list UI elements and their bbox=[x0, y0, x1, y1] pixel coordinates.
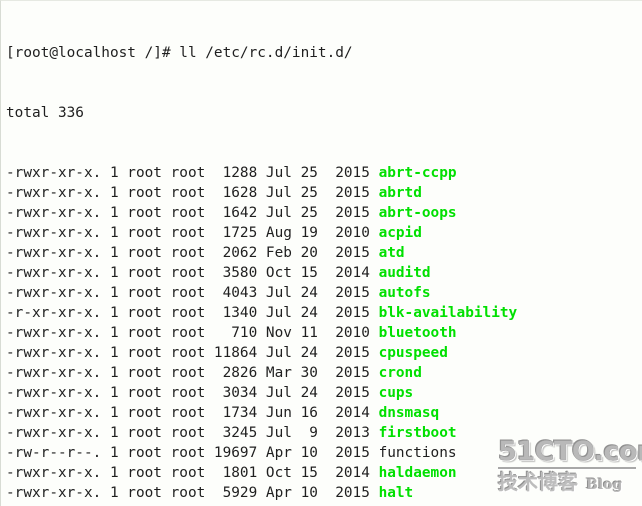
file-listing-row: -rwxr-xr-x. 1 root root 3245 Jul 9 2013 … bbox=[6, 423, 642, 443]
file-metadata: -rwxr-xr-x. 1 root root 1725 Aug 19 2010 bbox=[6, 225, 379, 241]
file-listing-row: -rwxr-xr-x. 1 root root 2826 Mar 30 2015… bbox=[6, 363, 642, 383]
file-metadata: -rwxr-xr-x. 1 root root 2062 Feb 20 2015 bbox=[6, 245, 379, 261]
file-name: dnsmasq bbox=[378, 405, 440, 421]
file-listing-row: -rwxr-xr-x. 1 root root 3034 Jul 24 2015… bbox=[6, 383, 642, 403]
file-listing-row: -rwxr-xr-x. 1 root root 3580 Oct 15 2014… bbox=[6, 263, 642, 283]
file-metadata: -rwxr-xr-x. 1 root root 1642 Jul 25 2015 bbox=[6, 205, 379, 221]
file-metadata: -rwxr-xr-x. 1 root root 1801 Oct 15 2014 bbox=[6, 465, 379, 481]
file-name: abrtd bbox=[378, 185, 422, 201]
shell-prompt-line: [root@localhost /]# ll /etc/rc.d/init.d/ bbox=[6, 45, 353, 61]
file-name: blk-availability bbox=[378, 305, 518, 321]
terminal-window[interactable]: [root@localhost /]# ll /etc/rc.d/init.d/… bbox=[0, 0, 642, 506]
file-name: bluetooth bbox=[378, 325, 457, 341]
file-listing-row: -rw-r--r--. 1 root root 19697 Apr 10 201… bbox=[6, 443, 642, 463]
file-name: abrt-ccpp bbox=[378, 165, 457, 181]
file-metadata: -rwxr-xr-x. 1 root root 5929 Apr 10 2015 bbox=[6, 485, 379, 501]
file-name: auditd bbox=[378, 265, 431, 281]
file-name: acpid bbox=[378, 225, 422, 241]
file-listing-row: -rwxr-xr-x. 1 root root 1642 Jul 25 2015… bbox=[6, 203, 642, 223]
file-listing-row: -rwxr-xr-x. 1 root root 1288 Jul 25 2015… bbox=[6, 163, 642, 183]
file-name: functions bbox=[378, 445, 457, 461]
file-name: atd bbox=[378, 245, 405, 261]
file-listing-row: -rwxr-xr-x. 1 root root 1725 Aug 19 2010… bbox=[6, 223, 642, 243]
file-name: cups bbox=[378, 385, 414, 401]
file-metadata: -rwxr-xr-x. 1 root root 3245 Jul 9 2013 bbox=[6, 425, 379, 441]
file-metadata: -rwxr-xr-x. 1 root root 11864 Jul 24 201… bbox=[6, 345, 379, 361]
file-listing: -rwxr-xr-x. 1 root root 1288 Jul 25 2015… bbox=[6, 163, 642, 506]
file-metadata: -r-xr-xr-x. 1 root root 1340 Jul 24 2015 bbox=[6, 305, 379, 321]
file-metadata: -rwxr-xr-x. 1 root root 1288 Jul 25 2015 bbox=[6, 165, 379, 181]
terminal-screen: [root@localhost /]# ll /etc/rc.d/init.d/… bbox=[6, 3, 642, 506]
file-listing-row: -rwxr-xr-x. 1 root root 4043 Jul 24 2015… bbox=[6, 283, 642, 303]
file-metadata: -rwxr-xr-x. 1 root root 4043 Jul 24 2015 bbox=[6, 285, 379, 301]
file-name: abrt-oops bbox=[378, 205, 457, 221]
file-metadata: -rwxr-xr-x. 1 root root 1734 Jun 16 2014 bbox=[6, 405, 379, 421]
file-metadata: -rwxr-xr-x. 1 root root 1628 Jul 25 2015 bbox=[6, 185, 379, 201]
file-metadata: -rwxr-xr-x. 1 root root 3034 Jul 24 2015 bbox=[6, 385, 379, 401]
file-metadata: -rwxr-xr-x. 1 root root 3580 Oct 15 2014 bbox=[6, 265, 379, 281]
file-name: firstboot bbox=[378, 425, 457, 441]
file-listing-row: -rwxr-xr-x. 1 root root 710 Nov 11 2010 … bbox=[6, 323, 642, 343]
file-listing-row: -rwxr-xr-x. 1 root root 5929 Apr 10 2015… bbox=[6, 483, 642, 503]
file-metadata: -rw-r--r--. 1 root root 19697 Apr 10 201… bbox=[6, 445, 379, 461]
file-name: haldaemon bbox=[378, 465, 457, 481]
file-name: crond bbox=[378, 365, 422, 381]
file-name: cpuspeed bbox=[378, 345, 448, 361]
file-listing-row: -rwxr-xr-x. 1 root root 11864 Jul 24 201… bbox=[6, 343, 642, 363]
file-listing-row: -r-xr-xr-x. 1 root root 1340 Jul 24 2015… bbox=[6, 303, 642, 323]
file-listing-row: -rwxr-xr-x. 1 root root 2062 Feb 20 2015… bbox=[6, 243, 642, 263]
total-size-line: total 336 bbox=[6, 105, 84, 121]
file-metadata: -rwxr-xr-x. 1 root root 2826 Mar 30 2015 bbox=[6, 365, 379, 381]
file-listing-row: -rwxr-xr-x. 1 root root 1734 Jun 16 2014… bbox=[6, 403, 642, 423]
file-name: halt bbox=[378, 485, 414, 501]
file-listing-row: -rwxr-xr-x. 1 root root 1801 Oct 15 2014… bbox=[6, 463, 642, 483]
file-name: autofs bbox=[378, 285, 431, 301]
file-metadata: -rwxr-xr-x. 1 root root 710 Nov 11 2010 bbox=[6, 325, 379, 341]
file-listing-row: -rwxr-xr-x. 1 root root 1628 Jul 25 2015… bbox=[6, 183, 642, 203]
